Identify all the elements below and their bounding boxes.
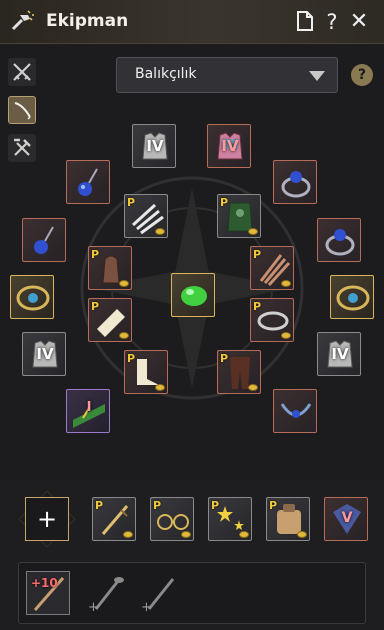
coin-icon bbox=[281, 280, 291, 287]
help-icon[interactable]: ? bbox=[321, 11, 343, 33]
slot-armor-green[interactable]: P bbox=[217, 194, 261, 238]
slot-amulet-right[interactable] bbox=[330, 275, 374, 319]
p-badge: P bbox=[153, 499, 162, 512]
p-badge: P bbox=[91, 300, 100, 313]
tier-label: IV bbox=[331, 345, 349, 363]
coin-icon bbox=[155, 228, 165, 235]
slot-scroll[interactable]: P bbox=[88, 298, 132, 342]
slot-pants[interactable]: P bbox=[217, 350, 261, 394]
dropdown-value: Balıkçılık bbox=[135, 66, 197, 82]
slot-amulet-left[interactable] bbox=[10, 275, 54, 319]
slot-band[interactable]: P bbox=[250, 298, 294, 342]
slot-armor-chest[interactable]: IV bbox=[132, 124, 176, 168]
coin-icon bbox=[297, 531, 307, 538]
document-icon[interactable] bbox=[294, 11, 316, 33]
slot-claw[interactable]: P bbox=[250, 246, 294, 290]
coin-icon bbox=[248, 384, 258, 391]
ring-icon bbox=[325, 229, 355, 256]
tier-label: IV bbox=[146, 137, 164, 155]
slot-tool-rod[interactable]: +10 bbox=[26, 571, 70, 615]
coin-icon bbox=[281, 332, 291, 339]
gem-icon bbox=[181, 286, 207, 306]
slot-helmet[interactable]: P bbox=[88, 246, 132, 290]
slot-ring-right[interactable] bbox=[273, 160, 317, 204]
slot-hat[interactable]: V bbox=[324, 497, 368, 541]
p-badge: P bbox=[211, 499, 220, 512]
slot-tool-empty-2[interactable]: + bbox=[141, 571, 181, 615]
help-button[interactable]: ? bbox=[351, 64, 373, 86]
window-title: Ekipman bbox=[46, 11, 129, 31]
slot-armor-left[interactable]: IV bbox=[22, 332, 66, 376]
coin-icon bbox=[119, 280, 129, 287]
chevron-down-icon bbox=[309, 71, 325, 81]
p-badge: P bbox=[95, 499, 104, 512]
p-badge: P bbox=[269, 499, 278, 512]
slot-stars[interactable]: P bbox=[208, 497, 252, 541]
crossed-swords-icon[interactable] bbox=[8, 58, 36, 86]
slot-backpack[interactable]: P bbox=[266, 497, 310, 541]
p-badge: P bbox=[127, 196, 136, 209]
plus-icon: + bbox=[141, 600, 152, 615]
tier-label: IV bbox=[36, 345, 54, 363]
slot-earring-2[interactable] bbox=[22, 218, 66, 262]
fishing-rod-icon[interactable] bbox=[8, 96, 36, 124]
hammer-icon bbox=[11, 10, 34, 31]
coin-icon bbox=[155, 384, 165, 391]
coin-icon bbox=[181, 531, 191, 538]
slot-tool-empty-1[interactable]: + bbox=[88, 571, 128, 615]
earring-icon bbox=[78, 168, 98, 196]
coin-icon bbox=[123, 531, 133, 538]
coin-icon bbox=[119, 332, 129, 339]
p-badge: P bbox=[253, 300, 262, 313]
slot-ring-2[interactable] bbox=[317, 218, 361, 262]
plus-icon: + bbox=[88, 600, 99, 615]
ring-icon bbox=[281, 171, 311, 198]
level-label: I bbox=[86, 400, 92, 415]
slot-artifact[interactable] bbox=[171, 273, 215, 317]
profession-dropdown[interactable]: Balıkçılık bbox=[116, 57, 338, 93]
tier-label: V bbox=[341, 510, 353, 526]
slot-armor-costume[interactable]: IV bbox=[207, 124, 251, 168]
p-badge: P bbox=[220, 196, 229, 209]
amulet-icon bbox=[336, 285, 370, 311]
p-badge: P bbox=[253, 248, 262, 261]
slot-necklace[interactable] bbox=[273, 389, 317, 433]
p-badge: P bbox=[91, 248, 100, 261]
earring-icon bbox=[34, 226, 54, 254]
slot-boots[interactable]: P bbox=[124, 350, 168, 394]
p-badge: P bbox=[127, 352, 136, 365]
amulet-icon bbox=[16, 285, 50, 311]
add-button[interactable]: + bbox=[25, 497, 69, 541]
coin-icon bbox=[248, 228, 258, 235]
slot-belt[interactable]: I bbox=[66, 389, 110, 433]
crossed-tools-icon[interactable] bbox=[8, 134, 36, 162]
slot-armor-right[interactable]: IV bbox=[317, 332, 361, 376]
p-badge: P bbox=[220, 352, 229, 365]
necklace-icon bbox=[280, 403, 312, 418]
coin-icon bbox=[239, 531, 249, 538]
slot-earring-left[interactable] bbox=[66, 160, 110, 204]
title-bar: Ekipman ? ✕ bbox=[0, 0, 384, 44]
close-icon[interactable]: ✕ bbox=[348, 11, 370, 33]
slot-glasses[interactable]: P bbox=[150, 497, 194, 541]
enhance-label: +10 bbox=[31, 576, 58, 590]
slot-gloves-left[interactable]: P bbox=[124, 194, 168, 238]
slot-fishing-rod[interactable]: P bbox=[92, 497, 136, 541]
tier-label: IV bbox=[221, 137, 239, 155]
